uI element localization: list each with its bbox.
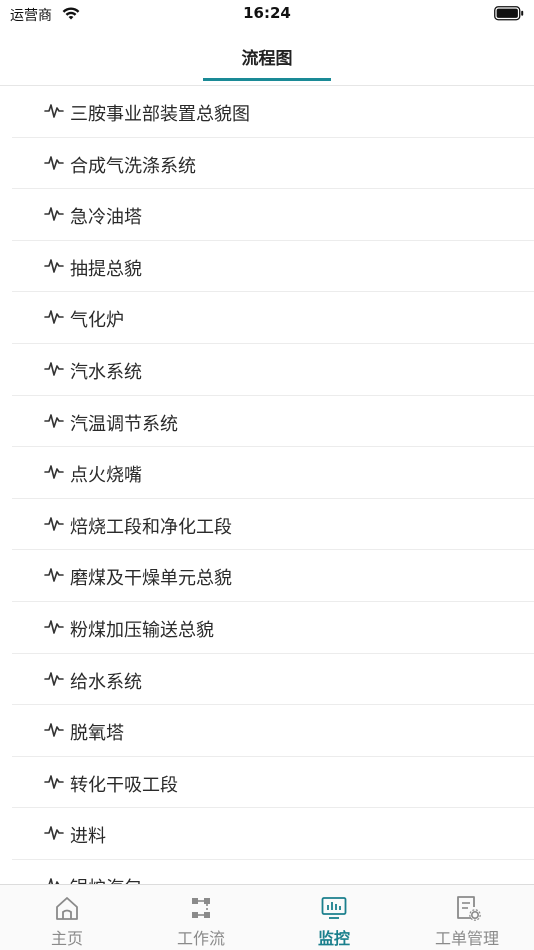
list-item[interactable]: 汽水系统 — [12, 344, 534, 396]
list-item[interactable]: 转化干吸工段 — [12, 757, 534, 809]
waveform-icon — [44, 153, 64, 173]
list-item-label: 进料 — [70, 826, 106, 848]
list-item-label: 点火烧嘴 — [70, 465, 142, 487]
monitor-icon — [319, 893, 349, 923]
waveform-icon — [44, 256, 64, 276]
waveform-icon — [44, 669, 64, 689]
list-item-label: 焙烧工段和净化工段 — [70, 516, 232, 538]
waveform-icon — [44, 875, 64, 884]
list-item[interactable]: 给水系统 — [12, 654, 534, 706]
waveform-icon — [44, 101, 64, 121]
tab-workflow[interactable]: 工作流 — [134, 885, 268, 950]
tab-home[interactable]: 主页 — [0, 885, 134, 950]
list-item-label: 抽提总貌 — [70, 258, 142, 280]
list-item[interactable]: 锅炉汽包 — [12, 860, 534, 884]
battery-icon — [494, 6, 524, 25]
home-icon — [52, 893, 82, 923]
list-item-label: 汽温调节系统 — [70, 413, 178, 435]
list-item[interactable]: 急冷油塔 — [12, 189, 534, 241]
list-item-label: 转化干吸工段 — [70, 774, 178, 796]
waveform-icon — [44, 617, 64, 637]
list-item-label: 急冷油塔 — [70, 207, 142, 229]
list-item[interactable]: 气化炉 — [12, 292, 534, 344]
list-item-label: 锅炉汽包 — [70, 874, 142, 884]
list-item-label: 磨煤及干燥单元总貌 — [70, 568, 232, 590]
list-item-label: 三胺事业部装置总貌图 — [70, 104, 250, 125]
list-item[interactable]: 抽提总貌 — [12, 241, 534, 293]
waveform-icon — [44, 823, 64, 843]
waveform-icon — [44, 565, 64, 585]
page-header: 流程图 — [0, 28, 534, 86]
tab-workflow-label: 工作流 — [176, 929, 225, 948]
status-bar: 运营商 16:24 — [0, 0, 534, 28]
list-item[interactable]: 粉煤加压输送总貌 — [12, 602, 534, 654]
list-item[interactable]: 磨煤及干燥单元总貌 — [12, 550, 534, 602]
waveform-icon — [44, 411, 64, 431]
list-item[interactable]: 焙烧工段和净化工段 — [12, 499, 534, 551]
list-item-label: 气化炉 — [70, 310, 124, 332]
waveform-icon — [44, 307, 64, 327]
active-tab-indicator — [203, 78, 331, 81]
tab-work-order[interactable]: 工单管理 — [400, 885, 534, 950]
waveform-icon — [44, 462, 64, 482]
list-item[interactable]: 汽温调节系统 — [12, 396, 534, 448]
list-item-label: 合成气洗涤系统 — [70, 155, 196, 177]
list-item[interactable]: 合成气洗涤系统 — [12, 138, 534, 190]
waveform-icon — [44, 359, 64, 379]
list-item[interactable]: 进料 — [12, 808, 534, 860]
work-order-icon — [452, 893, 482, 923]
bottom-tab-bar: 主页 工作流 监控 工单管理 — [0, 884, 534, 950]
waveform-icon — [44, 720, 64, 740]
list-item[interactable]: 脱氧塔 — [12, 705, 534, 757]
list-item-label: 脱氧塔 — [70, 723, 124, 745]
waveform-icon — [44, 204, 64, 224]
list-item[interactable]: 三胺事业部装置总貌图 — [12, 86, 534, 138]
list-item-label: 汽水系统 — [70, 361, 142, 383]
status-time: 16:24 — [243, 4, 291, 22]
tab-home-label: 主页 — [50, 929, 83, 948]
list-item[interactable]: 点火烧嘴 — [12, 447, 534, 499]
list-item-label: 给水系统 — [70, 671, 142, 693]
waveform-icon — [44, 514, 64, 534]
waveform-icon — [44, 772, 64, 792]
page-title[interactable]: 流程图 — [0, 44, 534, 69]
tab-monitor-label: 监控 — [317, 929, 350, 948]
flowchart-list[interactable]: 三胺事业部装置总貌图 合成气洗涤系统 急冷油塔抽提总貌气化炉汽水系统汽温调节系统 点火… — [0, 86, 534, 884]
workflow-icon — [186, 893, 216, 923]
tab-work-order-label: 工单管理 — [434, 929, 499, 948]
list-item-label: 粉煤加压输送总貌 — [70, 619, 214, 641]
tab-monitor[interactable]: 监控 — [267, 885, 401, 950]
